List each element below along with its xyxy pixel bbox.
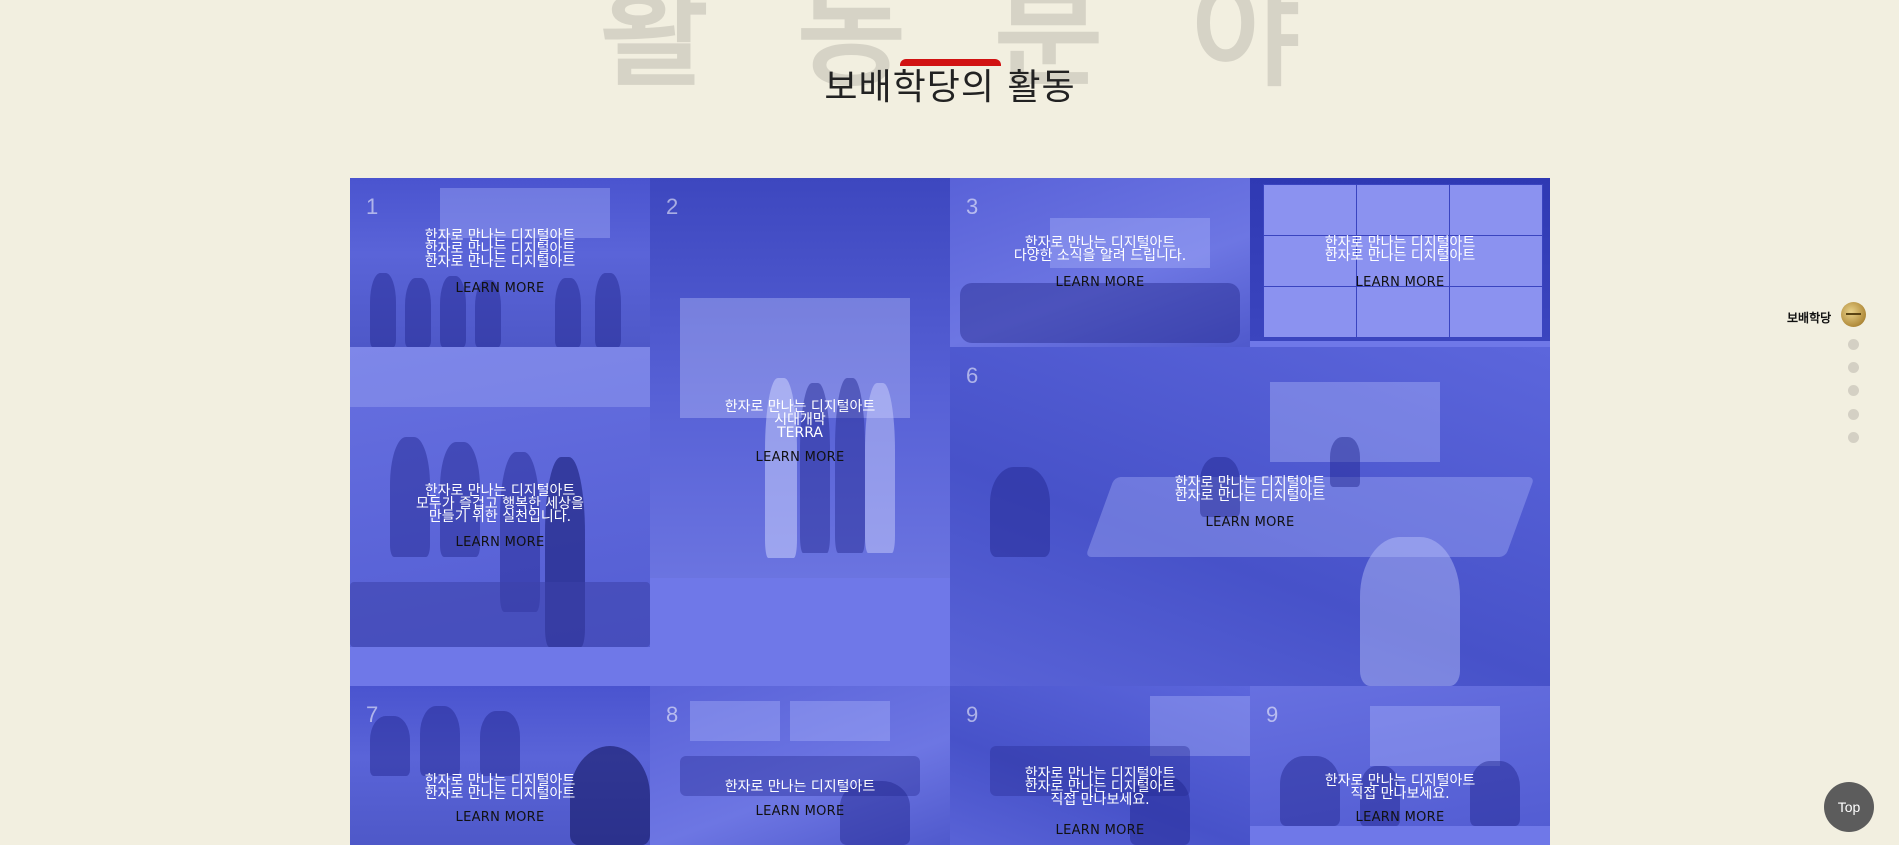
- background-title-char: 야: [1191, 0, 1300, 103]
- activity-gallery: 1 한자로 만나는 디지털아트 한자로 만나는 디지털아트 한자로 만나는 디지…: [350, 178, 1550, 845]
- tile-caption: 한자로 만나는 디지털아트 한자로 만나는 디지털아트: [950, 476, 1550, 504]
- gallery-tile-7[interactable]: 7 한자로 만나는 디지털아트 한자로 만나는 디지털아트 LEARN MORE: [350, 686, 650, 845]
- caption-line: 다양한 소식을 알려 드립니다.: [1013, 248, 1187, 264]
- tile-photo: [650, 178, 950, 578]
- gallery-tile-8[interactable]: 8 한자로 만나는 디지털아트 LEARN MORE: [650, 686, 950, 845]
- learn-more-link[interactable]: LEARN MORE: [650, 450, 950, 465]
- tile-caption: 한자로 만나는 디지털아트 모두가 즐겁고 행복한 세상을 만들기 위한 실천입…: [350, 484, 650, 525]
- tile-caption: 한자로 만나는 디지털아트: [650, 779, 950, 795]
- caption-line: 한자로 만나는 디지털아트: [424, 786, 576, 802]
- tile-number: 9: [1266, 702, 1279, 727]
- gallery-tile-2[interactable]: 2 한자로 만나는 디지털아트 시대개막 TERRA LEARN MORE: [650, 178, 950, 578]
- section-title: 보배학당의 활동: [824, 67, 1076, 108]
- tile-number: 8: [666, 702, 679, 727]
- tile-caption: 한자로 만나는 디지털아트 한자로 만나는 디지털아트 한자로 만나는 디지털아…: [350, 229, 650, 270]
- caption-line: 한자로 만나는 디지털아트: [724, 779, 876, 795]
- gallery-tile-10[interactable]: 9 한자로 만나는 디지털아트 직접 만나보세요. LEARN MORE: [1250, 686, 1550, 826]
- caption-line: 직접 만나보세요.: [1350, 786, 1450, 802]
- gallery-tile-9[interactable]: 9 한자로 만나는 디지털아트 한자로 만나는 디지털아트 직접 만나보세요. …: [950, 686, 1250, 845]
- learn-more-link[interactable]: LEARN MORE: [950, 515, 1550, 530]
- learn-more-link[interactable]: LEARN MORE: [950, 823, 1250, 838]
- learn-more-link[interactable]: LEARN MORE: [650, 804, 950, 819]
- title-accent-bar: [900, 59, 1001, 66]
- page: 활 동 분 야 보배학당의 활동 1 한자로 만나는 디지털아트 한자로 만나는…: [0, 0, 1899, 845]
- tile-caption: 한자로 만나는 디지털아트 시대개막 TERRA: [650, 400, 950, 441]
- tile-caption: 한자로 만나는 디지털아트 한자로 만나는 디지털아트: [1250, 236, 1550, 264]
- nav-dot-4[interactable]: [1848, 409, 1859, 420]
- gallery-tile-4[interactable]: 한자로 만나는 디지털아트 한자로 만나는 디지털아트 LEARN MORE: [1250, 178, 1550, 341]
- learn-more-link[interactable]: LEARN MORE: [950, 275, 1250, 290]
- tile-number: 1: [366, 194, 379, 219]
- nav-dot-2[interactable]: [1848, 362, 1859, 373]
- tile-number: 2: [666, 194, 679, 219]
- gallery-tile-3[interactable]: 3 한자로 만나는 디지털아트 다양한 소식을 알려 드립니다. LEARN M…: [950, 178, 1250, 347]
- caption-line: 직접 만나보세요.: [1050, 792, 1150, 808]
- brand-label: 보배학당: [1787, 311, 1832, 325]
- tile-number: 7: [366, 702, 379, 727]
- learn-more-link[interactable]: LEARN MORE: [1250, 810, 1550, 825]
- tile-number: 9: [966, 702, 979, 727]
- caption-line: 만들기 위한 실천입니다.: [428, 509, 572, 525]
- nav-dot-5[interactable]: [1848, 432, 1859, 443]
- background-title-char: 활: [600, 0, 709, 103]
- nav-dot-3[interactable]: [1848, 385, 1859, 396]
- brand-coin-icon[interactable]: [1841, 302, 1866, 327]
- tile-caption: 한자로 만나는 디지털아트 한자로 만나는 디지털아트 직접 만나보세요.: [950, 767, 1250, 808]
- learn-more-link[interactable]: LEARN MORE: [350, 535, 650, 550]
- tile-caption: 한자로 만나는 디지털아트 한자로 만나는 디지털아트: [350, 774, 650, 802]
- tile-caption: 한자로 만나는 디지털아트 다양한 소식을 알려 드립니다.: [950, 236, 1250, 264]
- caption-line: 한자로 만나는 디지털아트: [1174, 488, 1326, 504]
- tile-number: 3: [966, 194, 979, 219]
- scroll-top-button[interactable]: Top: [1824, 782, 1874, 832]
- tile-photo: [650, 686, 950, 845]
- tile-caption: 한자로 만나는 디지털아트 직접 만나보세요.: [1250, 774, 1550, 802]
- tile-number: 6: [966, 363, 979, 388]
- gallery-tile-5[interactable]: 한자로 만나는 디지털아트 모두가 즐겁고 행복한 세상을 만들기 위한 실천입…: [350, 347, 650, 647]
- tile-photo: [1250, 686, 1550, 826]
- nav-dot-1[interactable]: [1848, 339, 1859, 350]
- gallery-tile-6[interactable]: 6 한자로 만나는 디지털아트 한자로 만나는 디지털아트 LEARN MORE: [950, 347, 1550, 686]
- caption-line: 한자로 만나는 디지털아트: [424, 254, 576, 270]
- learn-more-link[interactable]: LEARN MORE: [1250, 275, 1550, 290]
- learn-more-link[interactable]: LEARN MORE: [350, 810, 650, 825]
- caption-line: TERRA: [777, 425, 823, 441]
- learn-more-link[interactable]: LEARN MORE: [350, 281, 650, 296]
- gallery-tile-1[interactable]: 1 한자로 만나는 디지털아트 한자로 만나는 디지털아트 한자로 만나는 디지…: [350, 178, 650, 347]
- caption-line: 한자로 만나는 디지털아트: [1324, 248, 1476, 264]
